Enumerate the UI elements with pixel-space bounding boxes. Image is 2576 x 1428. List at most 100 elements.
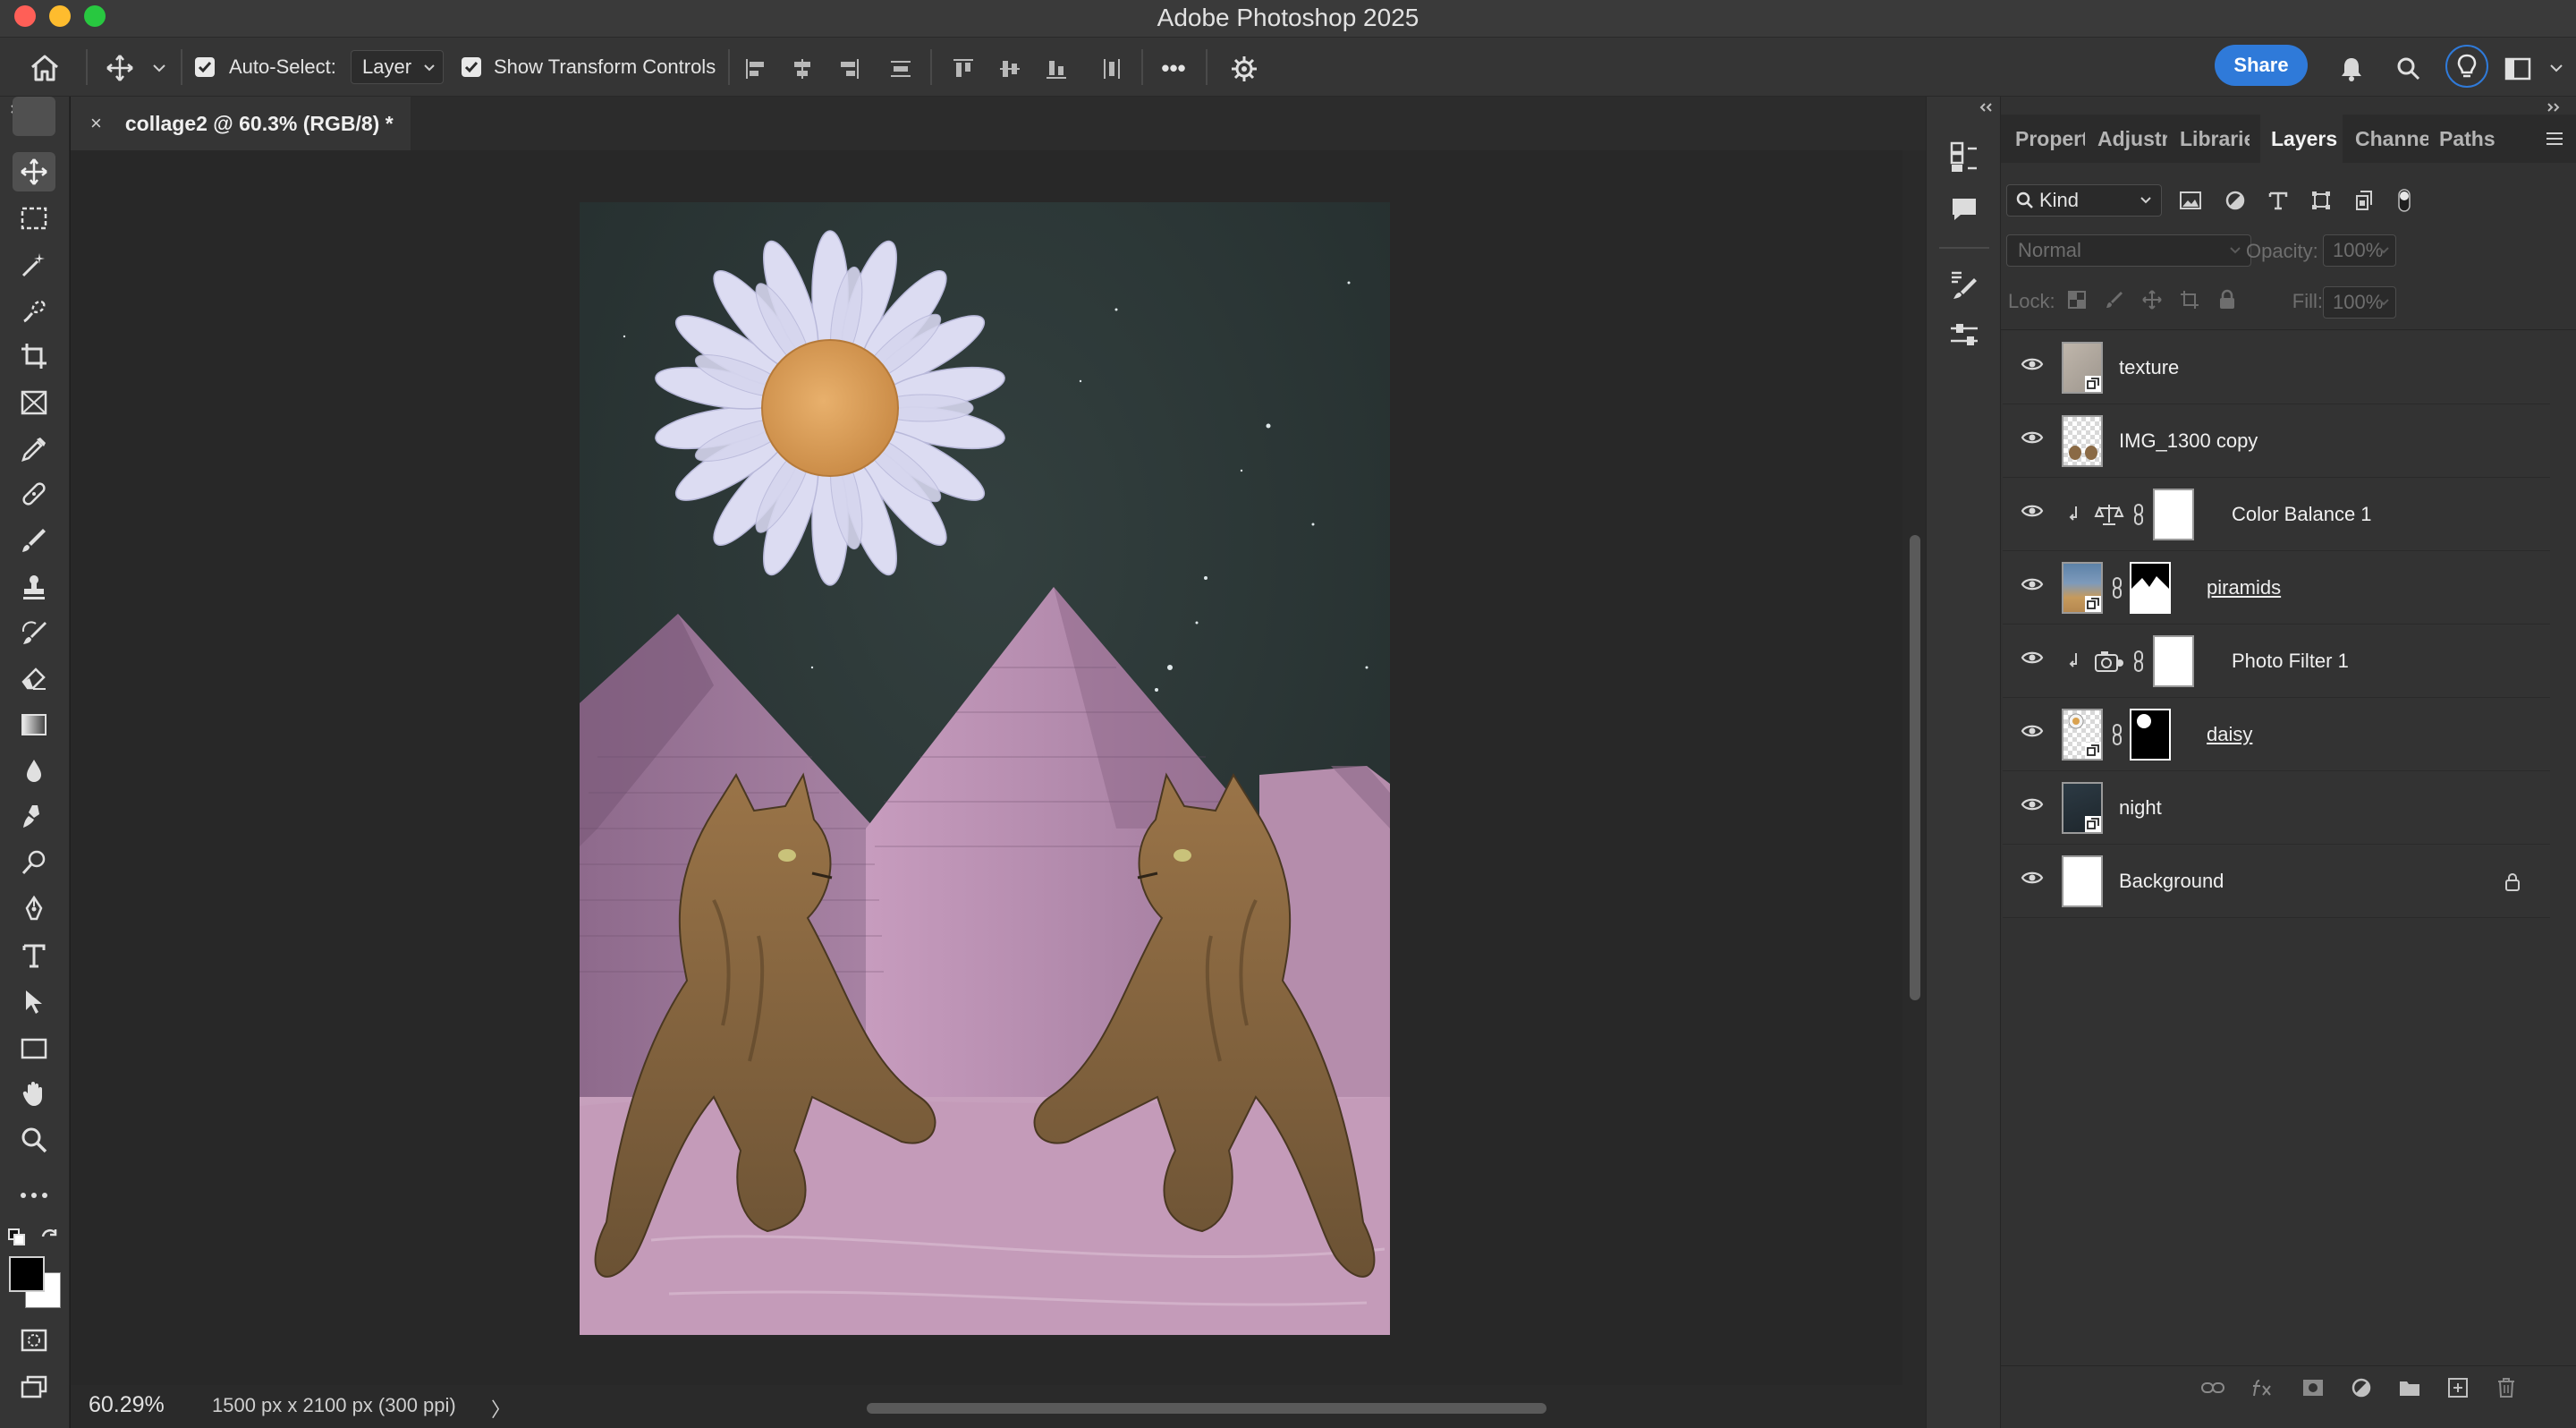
- quick-selection-tool[interactable]: [13, 292, 55, 331]
- link-icon[interactable]: [2133, 503, 2144, 526]
- move-tool[interactable]: [13, 152, 55, 191]
- eraser-tool[interactable]: [13, 659, 55, 698]
- link-icon[interactable]: [2133, 650, 2144, 673]
- dodge-tool[interactable]: [13, 843, 55, 882]
- align-right-edges-button[interactable]: [834, 54, 864, 84]
- show-transform-controls-checkbox[interactable]: [462, 57, 481, 77]
- link-layers-button[interactable]: [2198, 1374, 2228, 1401]
- layer-row-texture[interactable]: texture: [2003, 331, 2550, 404]
- gradient-tool[interactable]: [13, 705, 55, 744]
- eye-icon[interactable]: [2021, 649, 2044, 667]
- move-tool-preset-button[interactable]: [102, 50, 138, 86]
- layer-mask-thumbnail[interactable]: [2130, 709, 2171, 761]
- type-tool[interactable]: [13, 936, 55, 975]
- layer-row-img-1300-copy[interactable]: IMG_1300 copy: [2003, 404, 2550, 478]
- eye-icon[interactable]: [2021, 575, 2044, 593]
- layer-row-background[interactable]: Background: [2003, 845, 2550, 918]
- layer-row-color-balance-1[interactable]: Color Balance 1: [2003, 478, 2550, 551]
- distribute-vertical-button[interactable]: [886, 54, 916, 84]
- layer-row-piramids[interactable]: piramids: [2003, 551, 2550, 625]
- tool-preset-dropdown[interactable]: [148, 57, 170, 79]
- brush-settings-panel-button[interactable]: [1945, 265, 1984, 304]
- tab-channels[interactable]: Channe: [2355, 115, 2428, 163]
- move-tool[interactable]: [13, 97, 55, 136]
- spot-healing-brush-tool[interactable]: [13, 474, 55, 514]
- zoom-level[interactable]: 60.29%: [89, 1392, 165, 1418]
- blend-mode-dropdown[interactable]: Normal: [2006, 234, 2251, 267]
- brush-tool[interactable]: [13, 521, 55, 560]
- history-panel-button[interactable]: [1945, 138, 1984, 177]
- collapse-panels-button[interactable]: [2543, 98, 2564, 116]
- edit-toolbar-button[interactable]: [13, 1176, 55, 1215]
- zoom-tool[interactable]: [13, 1120, 55, 1160]
- filter-shape-layers-button[interactable]: [2307, 186, 2335, 215]
- tab-libraries[interactable]: Librarie: [2180, 115, 2250, 163]
- clone-stamp-tool[interactable]: [13, 567, 55, 607]
- filter-pixel-layers-button[interactable]: [2176, 186, 2205, 215]
- add-mask-button[interactable]: [2298, 1374, 2328, 1401]
- rectangle-tool[interactable]: [13, 1029, 55, 1068]
- align-top-edges-button[interactable]: [948, 54, 979, 84]
- status-menu-arrow[interactable]: 〉: [491, 1394, 511, 1423]
- notifications-button[interactable]: [2334, 52, 2368, 86]
- vertical-scrollbar-thumb[interactable]: [1910, 535, 1920, 1000]
- opacity-field[interactable]: 100%: [2323, 234, 2396, 267]
- document-tab[interactable]: × collage2 @ 60.3% (RGB/8) *: [71, 97, 411, 150]
- adjustments-panel-button[interactable]: [1945, 315, 1984, 354]
- eyedropper-tool[interactable]: [13, 429, 55, 469]
- new-group-button[interactable]: [2394, 1374, 2425, 1401]
- tab-layers[interactable]: Layers: [2260, 115, 2343, 163]
- settings-button[interactable]: [1227, 52, 1261, 86]
- layer-row-photo-filter-1[interactable]: Photo Filter 1: [2003, 625, 2550, 698]
- share-button[interactable]: Share: [2215, 45, 2308, 86]
- layer-mask-thumbnail[interactable]: [2153, 635, 2194, 687]
- eye-icon[interactable]: [2021, 795, 2044, 813]
- eye-icon[interactable]: [2021, 355, 2044, 373]
- discover-button[interactable]: [2445, 45, 2488, 88]
- layer-filter-kind-dropdown[interactable]: Kind: [2006, 184, 2162, 217]
- filter-smart-objects-button[interactable]: [2350, 186, 2378, 215]
- blur-tool[interactable]: [13, 752, 55, 791]
- filter-toggle-button[interactable]: [2393, 186, 2416, 215]
- add-layer-style-button[interactable]: [2248, 1374, 2278, 1401]
- layer-row-daisy[interactable]: daisy: [2003, 698, 2550, 771]
- tab-adjustments[interactable]: Adjustr: [2097, 115, 2167, 163]
- search-button[interactable]: [2392, 52, 2426, 86]
- auto-select-checkbox[interactable]: [195, 57, 215, 77]
- layer-mask-thumbnail[interactable]: [2153, 489, 2194, 540]
- distribute-horizontal-button[interactable]: [1097, 54, 1127, 84]
- document-canvas[interactable]: [580, 202, 1390, 1335]
- more-options-button[interactable]: •••: [1154, 50, 1193, 86]
- eye-icon[interactable]: [2021, 722, 2044, 740]
- link-icon[interactable]: [2112, 723, 2123, 746]
- delete-layer-button[interactable]: [2491, 1374, 2521, 1401]
- link-icon[interactable]: [2112, 576, 2123, 599]
- lock-image-pixels-button[interactable]: [2101, 286, 2128, 313]
- vertical-scrollbar[interactable]: [1902, 150, 1926, 1385]
- quick-mask-button[interactable]: [13, 1321, 55, 1360]
- rectangular-marquee-tool[interactable]: [13, 199, 55, 238]
- eye-icon[interactable]: [2021, 502, 2044, 520]
- home-button[interactable]: [27, 50, 63, 86]
- eye-icon[interactable]: [2021, 869, 2044, 887]
- tab-paths[interactable]: Paths: [2439, 115, 2511, 163]
- pen-tool[interactable]: [13, 889, 55, 929]
- lock-transparent-pixels-button[interactable]: [2063, 286, 2090, 313]
- layer-row-night[interactable]: night: [2003, 771, 2550, 845]
- smudge-tool[interactable]: [13, 796, 55, 836]
- swap-colors-button[interactable]: [39, 1228, 61, 1247]
- hand-tool[interactable]: [13, 1074, 55, 1113]
- lock-artboard-button[interactable]: [2176, 286, 2203, 313]
- workspace-button[interactable]: [2501, 52, 2535, 86]
- filter-adjustment-layers-button[interactable]: [2221, 186, 2250, 215]
- align-vertical-centers-button[interactable]: [995, 54, 1025, 84]
- history-brush-tool[interactable]: [13, 614, 55, 653]
- comments-panel-button[interactable]: [1945, 190, 1984, 229]
- screen-mode-button[interactable]: [13, 1367, 55, 1407]
- align-left-edges-button[interactable]: [741, 54, 771, 84]
- eye-icon[interactable]: [2021, 429, 2044, 446]
- path-selection-tool[interactable]: [13, 982, 55, 1022]
- fill-field[interactable]: 100%: [2323, 286, 2396, 319]
- tab-properties[interactable]: Propert: [2015, 115, 2085, 163]
- align-bottom-edges-button[interactable]: [1041, 54, 1072, 84]
